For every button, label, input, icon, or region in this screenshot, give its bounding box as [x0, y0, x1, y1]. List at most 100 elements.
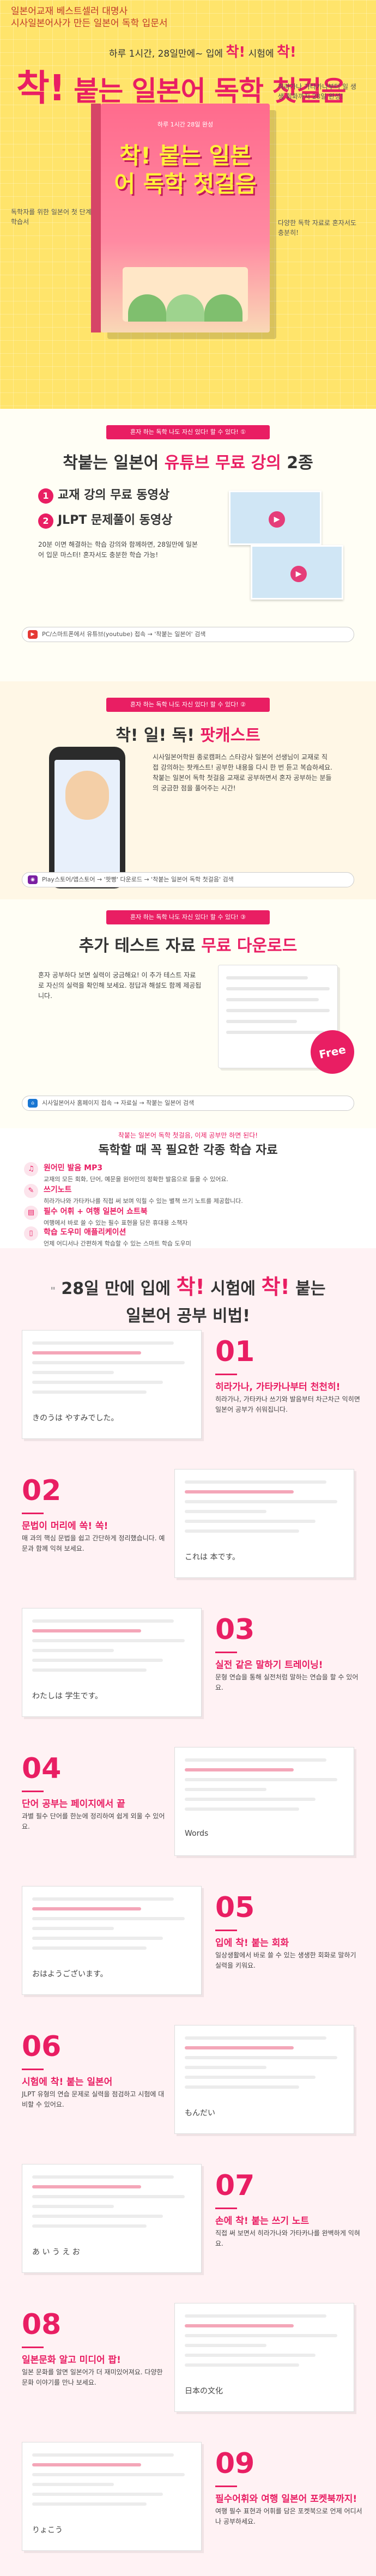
test-link-text: 시사일본어사 홈페이지 접속 → 자료실 → 착붙는 일본어 검색	[42, 1099, 195, 1106]
step-divider	[215, 1930, 237, 1931]
screenshot-line	[185, 2066, 266, 2069]
screenshot-line	[32, 2483, 114, 2486]
step-block: これは 本です。 02 문법이 머리에 쏙! 쏙! 매 과의 핵심 문법을 쉽고 간단…	[0, 1464, 376, 1589]
screenshot-line	[185, 1490, 294, 1493]
podcast-title-hl: 팟캐스트	[200, 726, 260, 745]
screenshot-line	[32, 2195, 185, 2198]
material-shortbook-head: 필수 어휘 + 여행 일본어 쇼트북	[44, 1207, 148, 1216]
podcast-link-bar[interactable]: ◉ Play스토어/앱스토어 → '팟빵' 다운로드 → '착붙는 일본어 독학 …	[22, 872, 354, 887]
steps-title-mid: 시험에	[210, 1279, 256, 1298]
screenshot-line	[185, 2046, 294, 2049]
steps-title-hl1: 착!	[176, 1275, 205, 1299]
material-notebook-head: 쓰기노트	[44, 1186, 72, 1194]
screenshot-line	[185, 1529, 299, 1533]
step-text: 일본 문화를 알면 일본어가 더 재미있어져요. 다양한 문화 이야기를 만나 …	[22, 2368, 163, 2386]
steps-title-line1: " 28일 만에 입에 착! 시험에 착! 붙는	[0, 1270, 376, 1300]
screenshot-line	[185, 2076, 316, 2079]
youtube-banner: 혼자 하는 독학 나도 자신 있다! 할 수 있다! ①	[106, 425, 270, 439]
steps-section: " 28일 만에 입에 착! 시험에 착! 붙는 일본어 공부 비법! きのうは…	[0, 1248, 376, 2576]
step-screenshot-caption: Words	[185, 1829, 209, 1838]
play-icon: ▶	[290, 566, 307, 582]
screenshot-line	[32, 2185, 141, 2188]
youtube-item-1-text: 교재 강의 무료 동영상	[58, 488, 170, 502]
youtube-video-card-1[interactable]: ▶	[229, 491, 322, 545]
book-title: 착! 붙는 일본어 독학 첫걸음	[114, 142, 257, 197]
book-hill-1	[128, 294, 166, 322]
screenshot-line	[32, 2453, 174, 2457]
step-number: 08	[22, 2308, 62, 2341]
screenshot-line	[32, 1649, 114, 1652]
podcast-section: 혼자 하는 독학 나도 자신 있다! 할 수 있다! ② 착! 일! 독! 팟캐…	[0, 681, 376, 899]
youtube-title-hl: 유튜브 무료 강의	[164, 453, 281, 473]
step-screenshot: きのうは やすみでした。	[22, 1330, 202, 1439]
screenshot-line	[32, 1629, 141, 1632]
step-divider	[22, 2069, 44, 2070]
book-illustration	[123, 267, 248, 322]
material-app: ▯ 학습 도우미 애플리케이션 언제 어디서나 간편하게 학습할 수 있는 스마…	[24, 1226, 338, 1248]
screenshot-line	[185, 2363, 299, 2367]
step-screenshot-caption: きのうは やすみでした。	[32, 1414, 119, 1423]
paper-line	[226, 987, 330, 990]
paper-line	[226, 1009, 330, 1012]
hero-sticker-right: 히라가나 가타카나부터 일 생생 회화까지 28일 완성!	[278, 83, 356, 100]
youtube-icon: ▶	[28, 630, 38, 639]
material-app-text: 언제 어디서나 간편하게 학습할 수 있는 스마트 학습 도우미	[44, 1240, 191, 1247]
test-title: 추가 테스트 자료 무료 다운로드	[0, 932, 376, 956]
youtube-video-card-2[interactable]: ▶	[251, 545, 343, 600]
step-title: 문법이 머리에 쏙! 쏙!	[22, 1521, 108, 1532]
step-screenshot-caption: わたしは 学生です。	[32, 1692, 103, 1701]
step-screenshot-caption: りょこう	[32, 2526, 63, 2535]
screenshot-line	[185, 2314, 326, 2318]
test-banner: 혼자 하는 독학 나도 자신 있다! 할 수 있다! ③	[106, 910, 270, 924]
step-block: あ い う え お 07 손에 착! 붙는 쓰기 노트 직접 써 보면서 히라가나와 …	[0, 2158, 376, 2284]
screenshot-line	[32, 1381, 163, 1384]
screenshot-line	[32, 2215, 163, 2218]
screenshot-line	[32, 1927, 114, 1930]
step-screenshot-caption: おはようございます。	[32, 1970, 108, 1979]
test-link-bar[interactable]: ⌂ 시사일본어사 홈페이지 접속 → 자료실 → 착붙는 일본어 검색	[22, 1096, 354, 1111]
step-block: 日本の文化 08 일본문화 알고 미디어 팝! 일본 문화를 알면 일본어가 더 재미…	[0, 2297, 376, 2423]
steps-title: " 28일 만에 입에 착! 시험에 착! 붙는 일본어 공부 비법!	[0, 1270, 376, 1326]
step-text: 매 과의 핵심 문법을 쉽고 간단하게 정리했습니다. 예문과 함께 익혀 보세…	[22, 1534, 165, 1552]
screenshot-line	[185, 1520, 316, 1523]
screenshot-line	[185, 1500, 337, 1503]
screenshot-line	[32, 2205, 114, 2208]
screenshot-line	[185, 1788, 266, 1791]
youtube-title-post: 2종	[281, 453, 313, 473]
steps-title-post: 붙는	[295, 1279, 326, 1298]
book-hill-2	[166, 294, 204, 322]
hero-kicker-line1: 일본어교재 베스트셀러 대명사	[11, 6, 128, 17]
hero-tagline-word2: 착!	[277, 44, 296, 61]
podcast-phone-screen	[54, 760, 120, 874]
materials-section: 착붙는 일본어 독학 첫걸음, 이제 공부만 하면 된다! 독학할 때 꼭 필요…	[0, 1128, 376, 1248]
screenshot-line	[185, 2344, 266, 2347]
step-title: 입에 착! 붙는 회화	[215, 1938, 289, 1949]
step-number: 06	[22, 2030, 62, 2063]
screenshot-line	[32, 2463, 141, 2466]
material-mp3: ♫ 원어민 발음 MP3 교재의 모든 회화, 단어, 예문을 원어민의 정확한…	[24, 1162, 338, 1184]
screenshot-line	[185, 2085, 299, 2089]
screenshot-line	[32, 1907, 141, 1910]
steps-title-line2: 일본어 공부 비법!	[126, 1307, 250, 1326]
youtube-link-bar[interactable]: ▶ PC/스마트폰에서 유튜브(youtube) 접속 → '착붙는 일본어' 검…	[22, 627, 354, 642]
hero-kicker-line2: 시사일본어사가 만든 일본어 독학 입문서	[11, 18, 168, 29]
book-icon: ▤	[24, 1206, 38, 1220]
screenshot-line	[185, 1768, 294, 1771]
screenshot-line	[32, 1619, 174, 1623]
step-divider	[215, 1374, 237, 1375]
step-text: 여행 필수 표현과 어휘를 담은 포켓북으로 언제 어디서나 공부하세요.	[215, 2507, 362, 2525]
screenshot-line	[32, 1351, 141, 1354]
step-number: 09	[215, 2447, 255, 2480]
step-block: りょこう 09 필수어휘와 여행 일본어 포켓북까지! 여행 필수 표현과 어휘를 담…	[0, 2436, 376, 2562]
test-title-hl: 무료 다운로드	[201, 936, 298, 956]
step-number: 02	[22, 1474, 62, 1507]
teacher-photo	[65, 771, 109, 820]
play-icon: ▶	[269, 511, 285, 528]
test-desc: 혼자 공부하다 보면 실력이 궁금해요! 이 추가 테스트 자료로 자신의 실력…	[38, 971, 202, 1000]
page: 일본어교재 베스트셀러 대명사 시사일본어사가 만든 일본어 독학 입문서 하루…	[0, 0, 376, 2576]
step-text: 일상생활에서 바로 쓸 수 있는 생생한 회화로 말하기 실력을 키워요.	[215, 1951, 356, 1969]
youtube-title: 착붙는 일본어 유튜브 무료 강의 2종	[0, 449, 376, 473]
material-mp3-head: 원어민 발음 MP3	[44, 1164, 103, 1172]
screenshot-line	[185, 1807, 299, 1811]
quote-icon: "	[50, 1285, 56, 1297]
